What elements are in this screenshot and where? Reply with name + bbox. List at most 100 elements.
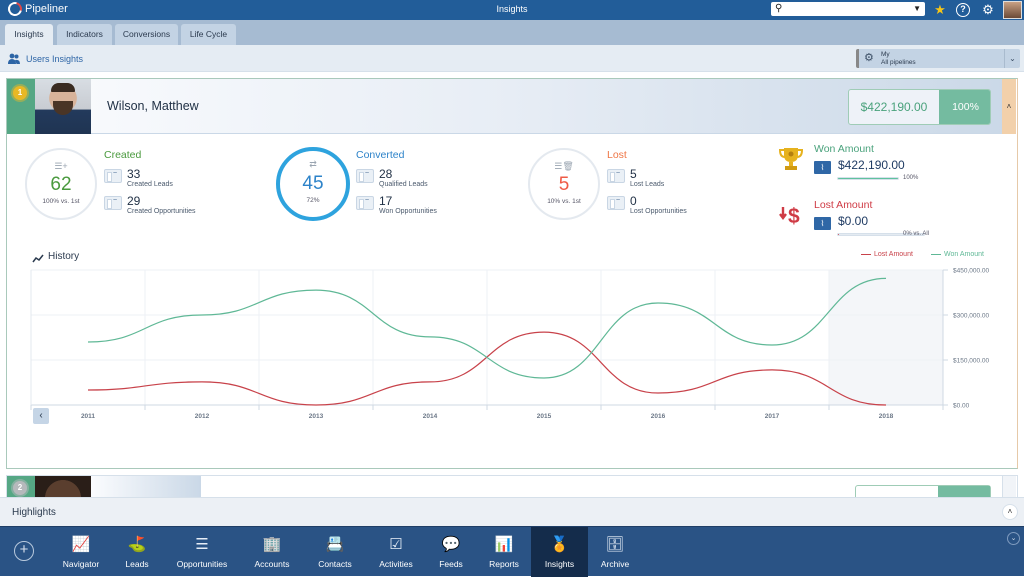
won-amount-value: $422,190.00	[838, 158, 905, 172]
global-search-input[interactable]: ⚲ ▼	[771, 2, 925, 16]
help-icon[interactable]: ?	[956, 3, 970, 17]
qualified-leads-value: 28	[379, 167, 393, 181]
nav-item-label: Leads	[125, 559, 149, 569]
trophy-icon	[779, 148, 803, 170]
nav-item-reports[interactable]: 📊 Reports	[478, 527, 530, 577]
convert-icon: ⇄	[309, 159, 317, 169]
nav-item-navigator[interactable]: 📈 Navigator	[54, 527, 108, 577]
x-tick-label: 2014	[423, 413, 438, 420]
nav-item-opportunities[interactable]: ☰ Opportunities	[160, 527, 244, 577]
silver-medal-icon: 2	[13, 481, 27, 495]
tab-life-cycle[interactable]: Life Cycle	[181, 24, 236, 45]
x-tick-label: 2018	[879, 413, 894, 420]
pipeline-settings-icon: ⚙	[864, 52, 874, 64]
nav-item-leads[interactable]: ⛳ Leads	[114, 527, 160, 577]
sub-header: Users Insights ⚙ My All pipelines ⌄	[0, 45, 1024, 72]
tab-insights[interactable]: Insights	[5, 24, 53, 45]
feeds-icon: 💬	[441, 536, 461, 553]
nav-item-activities[interactable]: ☑ Activities	[369, 527, 423, 577]
lost-leads-value: 5	[630, 167, 637, 181]
lost-opportunities-label: Lost Opportunities	[630, 208, 687, 215]
nav-item-accounts[interactable]: 🏢 Accounts	[246, 527, 298, 577]
nav-item-label: Opportunities	[176, 559, 228, 569]
chart-prev-button[interactable]: ‹	[33, 408, 49, 424]
trend-chart-icon[interactable]: ~	[356, 169, 374, 183]
created-total: 62	[50, 174, 72, 195]
search-icon: ⚲	[775, 3, 783, 14]
lost-amount-value: $0.00	[838, 214, 869, 228]
accounts-icon: 🏢	[262, 536, 282, 553]
search-dropdown-icon[interactable]: ▼	[913, 2, 921, 16]
pipeline-select-value: All pipelines	[881, 59, 916, 66]
highlights-label: Highlights	[12, 507, 56, 518]
won-amount-badge: $422,190.00 100%	[848, 89, 991, 125]
created-leads-row: ~ 33 Created Leads	[104, 167, 244, 189]
lost-amount-progress-fill	[838, 234, 839, 235]
contacts-icon: 📇	[325, 536, 345, 553]
user-card-header[interactable]: 1 Wilson, Matthew $422,190.00 100% ˄	[7, 79, 1016, 134]
trend-chart-icon[interactable]: ⌇	[814, 217, 831, 230]
won-opportunities-row: ~ 17 Won Opportunities	[356, 194, 496, 216]
user-insight-card-2[interactable]: 2	[6, 475, 1018, 497]
user-photo	[35, 79, 91, 134]
badge-amount: $422,190.00	[860, 100, 928, 114]
add-list-icon: ☰+	[54, 161, 68, 171]
expand-highlights-button[interactable]: ˄	[1002, 504, 1018, 520]
nav-item-label: Feeds	[439, 559, 463, 569]
created-leads-label: Created Leads	[127, 181, 173, 188]
trend-chart-icon[interactable]: ~	[104, 169, 122, 183]
created-leads-value: 33	[127, 167, 141, 181]
trend-chart-icon[interactable]: ~	[104, 196, 122, 210]
nav-item-label: Activities	[379, 559, 413, 569]
nav-item-label: Navigator	[62, 559, 100, 569]
trend-chart-icon[interactable]: ⌇	[814, 161, 831, 174]
expand-card-button[interactable]	[1002, 476, 1016, 497]
lost-amount-progress-label: 0% vs. All	[903, 231, 930, 237]
won-amount-progress-fill	[838, 178, 898, 179]
add-new-button[interactable]: +	[14, 541, 34, 561]
user-photo	[35, 476, 91, 497]
lost-amount-title: Lost Amount	[814, 199, 873, 211]
tab-indicators[interactable]: Indicators	[57, 24, 112, 45]
trend-chart-icon[interactable]: ~	[607, 196, 625, 210]
chevron-down-icon[interactable]: ⌄	[1004, 49, 1020, 68]
collapse-nav-button[interactable]: ⌄	[1007, 532, 1020, 545]
collapse-card-button[interactable]: ˄	[1002, 79, 1016, 134]
created-total-circle: ☰+ 62 100% vs. 1st	[25, 148, 97, 220]
highlight-band	[829, 270, 943, 405]
won-amount-progress-label: 100%	[903, 175, 919, 181]
x-tick-label: 2015	[537, 413, 552, 420]
pipeline-select[interactable]: ⚙ My All pipelines ⌄	[856, 49, 1020, 68]
lost-opportunities-value: 0	[630, 194, 637, 208]
qualified-leads-row: ~ 28 Qualified Leads	[356, 167, 496, 189]
users-insights-label: Users Insights	[26, 54, 84, 64]
won-opportunities-label: Won Opportunities	[379, 208, 437, 215]
badge-percent: 100%	[939, 90, 990, 124]
x-tick-label: 2012	[195, 413, 210, 420]
won-amount-progress	[837, 177, 899, 180]
tab-conversions[interactable]: Conversions	[115, 24, 178, 45]
nav-item-archive[interactable]: 🗄 Archive	[589, 527, 641, 577]
users-icon	[8, 53, 20, 64]
nav-item-insights[interactable]: 🏅 Insights	[531, 527, 588, 577]
x-tick-label: 2016	[651, 413, 666, 420]
history-chart-panel: History Lost Amount Won Amount $0.00 $150…	[24, 243, 999, 431]
gold-medal-icon: 1	[13, 86, 27, 100]
favorites-star-icon[interactable]: ★	[932, 2, 948, 18]
card-header-gradient	[91, 476, 201, 497]
y-tick-label: $0.00	[953, 403, 970, 410]
settings-gear-icon[interactable]: ⚙	[980, 2, 996, 18]
trend-chart-icon[interactable]: ~	[356, 196, 374, 210]
created-opportunities-row: ~ 29 Created Opportunities	[104, 194, 244, 216]
converted-total: 45	[302, 173, 324, 194]
user-avatar[interactable]	[1003, 1, 1022, 19]
nav-item-label: Contacts	[318, 559, 352, 569]
nav-item-feeds[interactable]: 💬 Feeds	[428, 527, 474, 577]
nav-item-contacts[interactable]: 📇 Contacts	[307, 527, 363, 577]
created-opportunities-value: 29	[127, 194, 141, 208]
lost-leads-row: ~ 5 Lost Leads	[607, 167, 747, 189]
bottom-navigation: + 📈 Navigator ⛳ Leads ☰ Opportunities 🏢 Account…	[0, 526, 1024, 577]
pipeline-select-owner: My	[881, 51, 890, 58]
nav-item-label: Archive	[600, 559, 630, 569]
trend-chart-icon[interactable]: ~	[607, 169, 625, 183]
